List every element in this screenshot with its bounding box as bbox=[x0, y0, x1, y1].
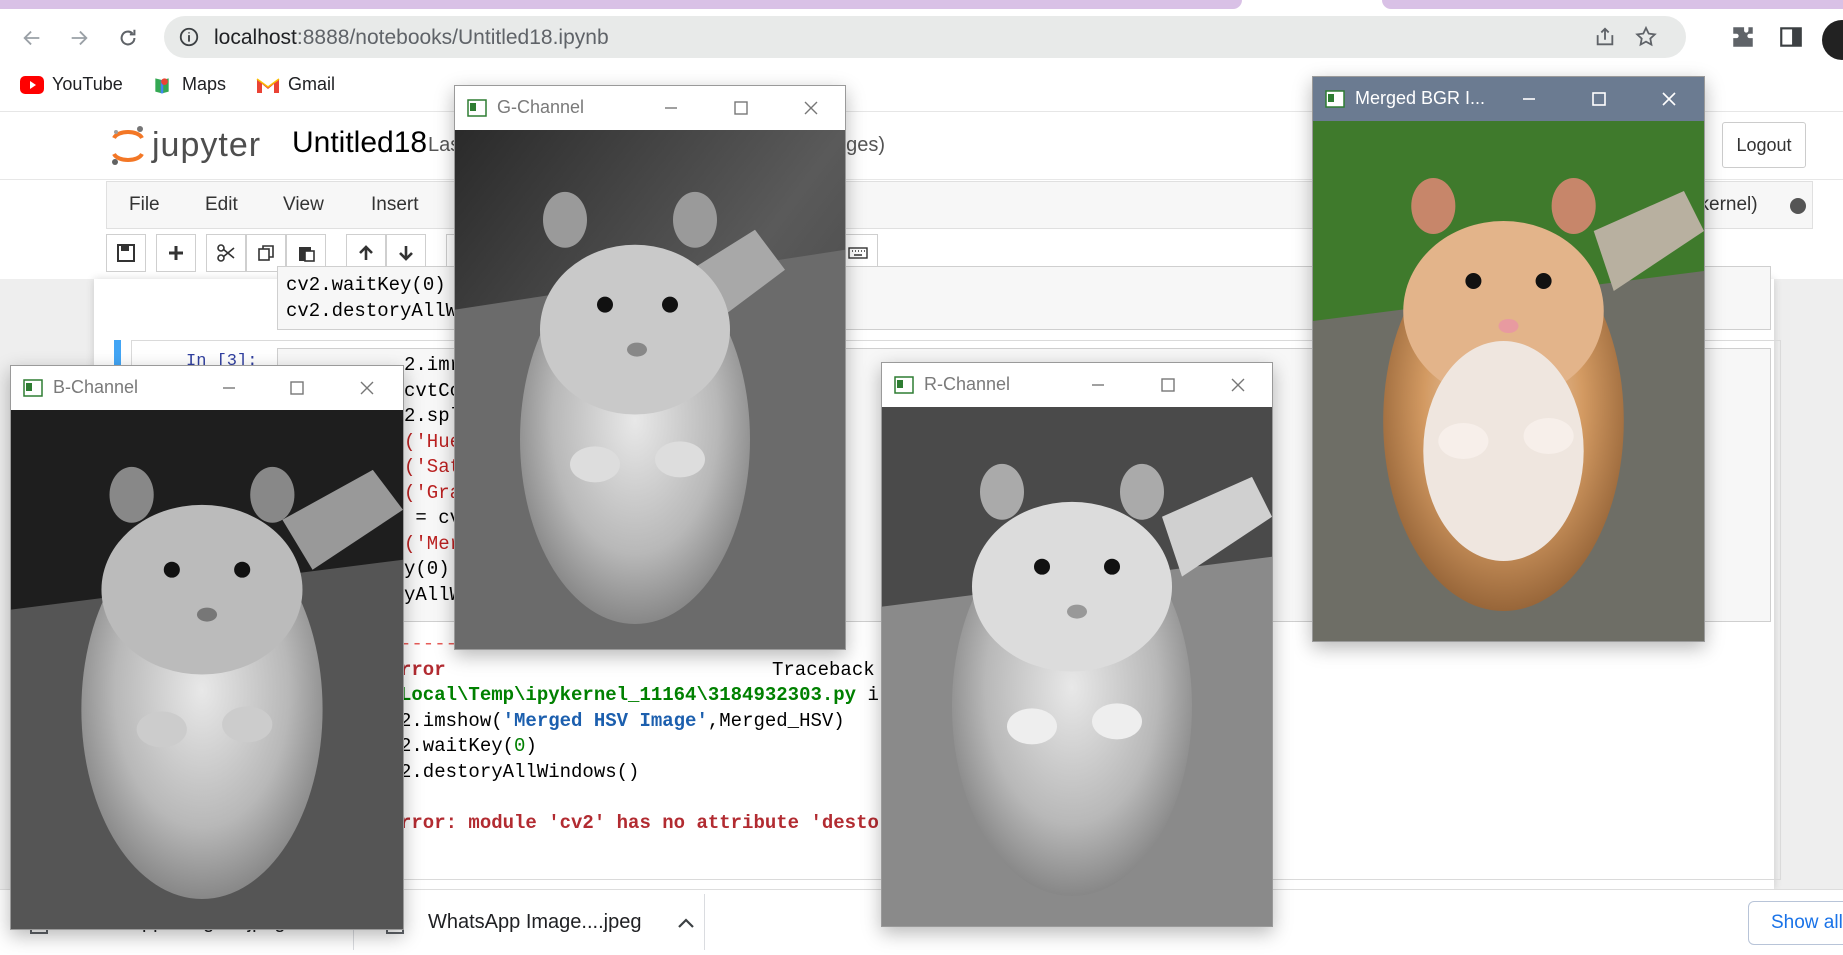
cell-error-output: ----------------------------------- rror… bbox=[400, 633, 898, 834]
show-all-button[interactable]: Show all bbox=[1748, 901, 1843, 945]
window-app-icon bbox=[1325, 90, 1345, 108]
code-line: cv2.waitKey(0) bbox=[286, 274, 446, 296]
bookmark-star-icon[interactable] bbox=[1634, 25, 1658, 49]
code-line: cv2.destoryAllW bbox=[286, 300, 458, 322]
download-item[interactable]: WhatsApp Image....jpeg bbox=[386, 890, 695, 955]
kernel-status-dot bbox=[1790, 198, 1806, 214]
share-icon[interactable] bbox=[1594, 26, 1616, 48]
minimize-icon[interactable] bbox=[217, 376, 241, 400]
maximize-icon[interactable] bbox=[285, 376, 309, 400]
hamster-grayscale-image bbox=[11, 410, 403, 929]
close-icon[interactable] bbox=[1226, 373, 1250, 397]
maximize-icon[interactable] bbox=[1587, 87, 1611, 111]
insert-cell-button[interactable] bbox=[156, 234, 196, 272]
tab-right[interactable] bbox=[1382, 0, 1843, 9]
extensions-icon[interactable] bbox=[1730, 24, 1756, 50]
address-bar[interactable]: localhost:8888/notebooks/Untitled18.ipyn… bbox=[164, 16, 1686, 58]
hamster-grayscale-image bbox=[882, 407, 1272, 926]
maps-icon bbox=[155, 77, 169, 93]
g-channel-window[interactable]: G-Channel bbox=[454, 85, 846, 650]
profile-avatar[interactable] bbox=[1822, 20, 1843, 60]
bookmark-maps[interactable]: Maps bbox=[150, 74, 226, 95]
window-titlebar[interactable]: R-Channel bbox=[882, 363, 1272, 407]
bookmark-gmail[interactable]: Gmail bbox=[256, 74, 335, 95]
code-line: yAllW bbox=[404, 584, 462, 606]
youtube-icon bbox=[20, 75, 44, 94]
notebook-title[interactable]: Untitled18 bbox=[292, 126, 427, 160]
close-icon[interactable] bbox=[799, 96, 823, 120]
arrow-up-icon bbox=[359, 245, 373, 260]
forward-button[interactable] bbox=[63, 22, 95, 54]
r-channel-window[interactable]: R-Channel bbox=[881, 362, 1273, 927]
window-titlebar[interactable]: G-Channel bbox=[455, 86, 845, 130]
back-button[interactable] bbox=[16, 22, 48, 54]
copy-icon bbox=[258, 245, 274, 261]
reload-icon bbox=[120, 29, 136, 46]
minimize-icon[interactable] bbox=[1517, 87, 1541, 111]
code-line: ('Gra bbox=[404, 482, 462, 504]
site-info-icon[interactable] bbox=[178, 26, 200, 48]
active-tab[interactable] bbox=[0, 0, 1242, 9]
divider bbox=[704, 894, 705, 950]
code-line: ('Mer bbox=[404, 533, 462, 555]
close-icon[interactable] bbox=[1657, 87, 1681, 111]
code-line: = cv bbox=[404, 507, 462, 529]
side-panel-icon[interactable] bbox=[1778, 24, 1804, 50]
menu-view[interactable]: View bbox=[283, 194, 324, 216]
maximize-icon[interactable] bbox=[729, 96, 753, 120]
floppy-disk-icon bbox=[117, 244, 135, 262]
code-line: ('Hue bbox=[404, 431, 462, 453]
code-line: 2.spl bbox=[404, 405, 462, 427]
minimize-icon[interactable] bbox=[659, 96, 683, 120]
tab-strip bbox=[0, 0, 1843, 10]
window-app-icon bbox=[894, 376, 914, 394]
bookmark-youtube[interactable]: YouTube bbox=[20, 74, 123, 95]
gmail-icon bbox=[256, 77, 280, 93]
keyboard-icon bbox=[848, 247, 868, 259]
jupyter-logo-icon bbox=[112, 126, 144, 165]
reload-button[interactable] bbox=[112, 22, 144, 54]
clipboard-icon bbox=[299, 247, 315, 262]
menu-file[interactable]: File bbox=[129, 194, 160, 216]
browser-toolbar: localhost:8888/notebooks/Untitled18.ipyn… bbox=[0, 10, 1843, 64]
save-button[interactable] bbox=[106, 234, 146, 272]
hamster-grayscale-image bbox=[455, 130, 845, 649]
code-line: y(0) bbox=[404, 558, 450, 580]
chevron-up-icon[interactable] bbox=[677, 917, 695, 929]
window-app-icon bbox=[467, 99, 487, 117]
close-icon[interactable] bbox=[355, 376, 379, 400]
hamster-color-image bbox=[1313, 121, 1704, 641]
window-titlebar[interactable]: B-Channel bbox=[11, 366, 403, 410]
jupyter-logo[interactable]: jupyter bbox=[110, 124, 261, 166]
logout-button[interactable]: Logout bbox=[1722, 122, 1806, 168]
menu-edit[interactable]: Edit bbox=[205, 194, 238, 216]
code-line: ('Sat bbox=[404, 456, 462, 478]
window-app-icon bbox=[23, 379, 43, 397]
back-arrow-icon bbox=[23, 30, 40, 46]
plus-icon bbox=[169, 246, 183, 260]
arrow-down-icon bbox=[399, 246, 413, 261]
b-channel-window[interactable]: B-Channel bbox=[10, 365, 404, 930]
code-line: 2.imr bbox=[404, 354, 462, 376]
url-text[interactable]: localhost:8888/notebooks/Untitled18.ipyn… bbox=[214, 26, 609, 50]
window-titlebar[interactable]: Merged BGR I... bbox=[1313, 77, 1704, 121]
merged-bgr-window[interactable]: Merged BGR I... bbox=[1312, 76, 1705, 642]
menu-insert[interactable]: Insert bbox=[371, 194, 419, 216]
forward-arrow-icon bbox=[71, 30, 88, 46]
minimize-icon[interactable] bbox=[1086, 373, 1110, 397]
maximize-icon[interactable] bbox=[1156, 373, 1180, 397]
cut-button[interactable] bbox=[206, 234, 246, 272]
scissors-icon bbox=[217, 244, 235, 262]
code-line: cvtCo bbox=[404, 380, 462, 402]
